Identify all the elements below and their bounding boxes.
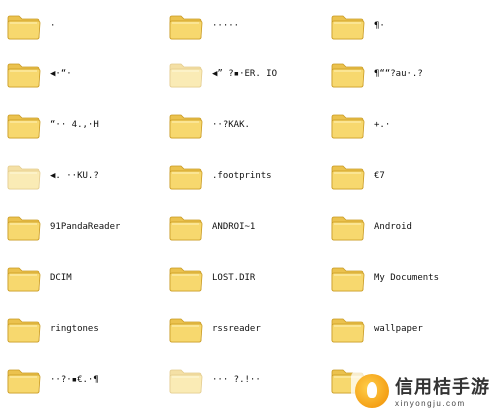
folder-item[interactable]: “·· 4.,·H	[6, 103, 166, 147]
folder-label: “·· 4.,·H	[50, 120, 99, 130]
folder-grid: · ····· ¶· ◀·“· ◀” ?▪·ER. IO ¶““?au·.? “…	[0, 0, 500, 414]
folder-icon	[168, 212, 204, 242]
folder-label: Android	[374, 222, 412, 232]
folder-item[interactable]: 91PandaReader	[6, 205, 166, 249]
folder-item[interactable]: ·	[6, 4, 166, 48]
folder-icon	[330, 314, 366, 344]
folder-item[interactable]: wallpaper	[330, 307, 490, 351]
folder-item[interactable]: ringtones	[6, 307, 166, 351]
folder-label: +.·	[374, 120, 391, 130]
folder-icon	[168, 314, 204, 344]
folder-label: ◀” ?▪·ER. IO	[212, 69, 278, 79]
folder-item[interactable]: €7	[330, 154, 490, 198]
folder-label: ··· ?.!··	[212, 375, 261, 385]
folder-item[interactable]: ◀·“·	[6, 52, 166, 96]
folder-item[interactable]: My Documents	[330, 256, 490, 300]
folder-item[interactable]: ◀. ··KU.?	[6, 154, 166, 198]
watermark-text: 信用桔手游 xinyongju.com	[395, 373, 490, 408]
folder-label: ··?·▪€.·¶	[50, 375, 99, 385]
folder-icon	[6, 263, 42, 293]
folder-icon	[168, 365, 204, 395]
folder-label: wallpaper	[374, 324, 423, 334]
folder-label: LOST.DIR	[212, 273, 256, 283]
folder-item[interactable]: ··· ?.!··	[168, 358, 328, 402]
folder-icon	[6, 212, 42, 242]
folder-icon	[330, 11, 366, 41]
folder-item[interactable]: ·····	[168, 4, 328, 48]
folder-icon	[6, 110, 42, 140]
folder-icon	[168, 161, 204, 191]
folder-item[interactable]: LOST.DIR	[168, 256, 328, 300]
folder-item[interactable]: .footprints	[168, 154, 328, 198]
folder-label: ··?KAK.	[212, 120, 250, 130]
folder-label: €7	[374, 171, 385, 181]
folder-item[interactable]: ··?KAK.	[168, 103, 328, 147]
folder-item[interactable]: +.·	[330, 103, 490, 147]
folder-icon	[330, 212, 366, 242]
folder-icon	[6, 365, 42, 395]
folder-icon	[6, 11, 42, 41]
folder-icon	[168, 110, 204, 140]
folder-item[interactable]: rssreader	[168, 307, 328, 351]
folder-label: ·····	[212, 21, 240, 31]
folder-label: My Documents	[374, 273, 440, 283]
folder-item[interactable]: ··?·▪€.·¶	[6, 358, 166, 402]
folder-icon	[6, 59, 42, 89]
folder-label: ◀·“·	[50, 69, 72, 79]
folder-item[interactable]: ¶·	[330, 4, 490, 48]
folder-item[interactable]: ANDROI~1	[168, 205, 328, 249]
folder-icon	[168, 59, 204, 89]
folder-label: rssreader	[212, 324, 261, 334]
folder-item[interactable]: DCIM	[6, 256, 166, 300]
folder-item[interactable]: ¶““?au·.?	[330, 52, 490, 96]
folder-label: ANDROI~1	[212, 222, 256, 232]
folder-icon	[6, 314, 42, 344]
folder-label: ◀. ··KU.?	[50, 171, 99, 181]
folder-icon	[330, 263, 366, 293]
folder-label: ·	[50, 21, 56, 31]
folder-item[interactable]: Android	[330, 205, 490, 249]
watermark-logo-icon	[355, 373, 389, 408]
folder-label: ¶·	[374, 21, 385, 31]
watermark: 信用桔手游 xinyongju.com	[351, 371, 494, 410]
folder-item[interactable]: ◀” ?▪·ER. IO	[168, 52, 328, 96]
folder-icon	[330, 110, 366, 140]
folder-icon	[168, 263, 204, 293]
folder-icon	[6, 161, 42, 191]
watermark-title: 信用桔手游	[395, 377, 490, 398]
folder-label: .footprints	[212, 171, 272, 181]
folder-label: 91PandaReader	[50, 222, 121, 232]
folder-icon	[330, 59, 366, 89]
watermark-subtitle: xinyongju.com	[395, 399, 466, 408]
folder-label: ¶““?au·.?	[374, 69, 423, 79]
folder-icon	[330, 161, 366, 191]
folder-label: DCIM	[50, 273, 72, 283]
folder-icon	[168, 11, 204, 41]
folder-label: ringtones	[50, 324, 99, 334]
